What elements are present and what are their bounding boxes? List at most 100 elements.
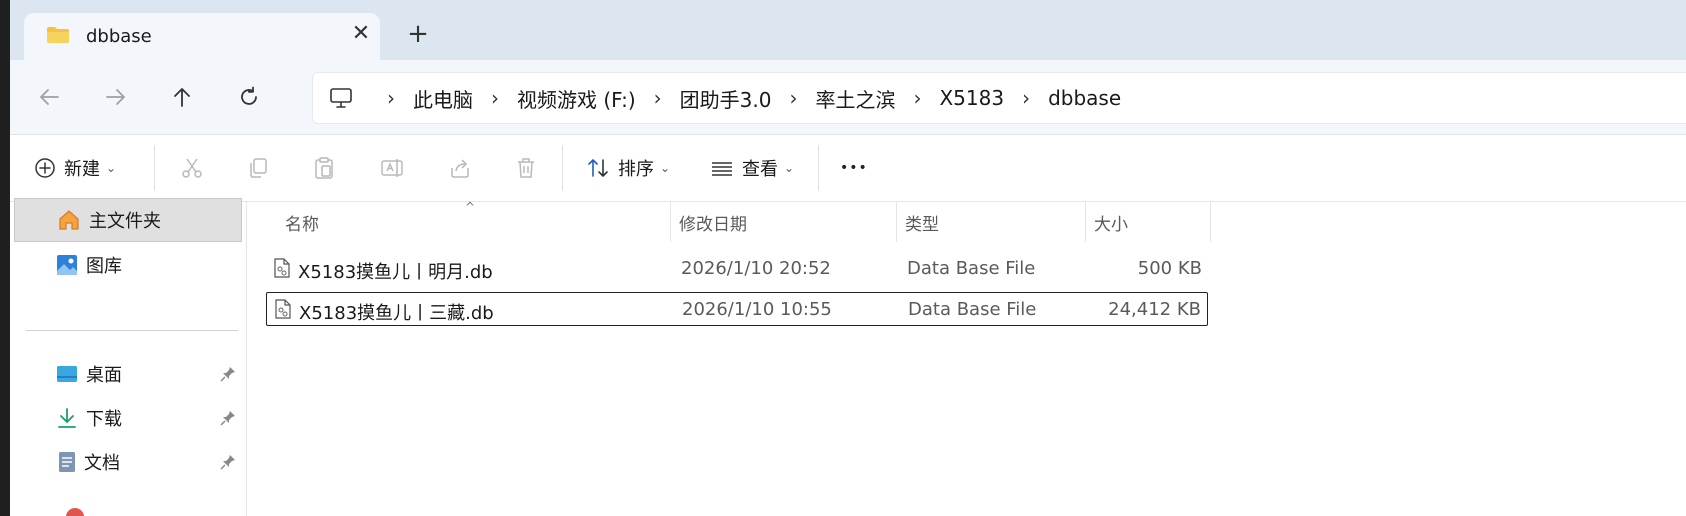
navigation-pane: 主文件夹 图库 桌面 下载 文档: [10, 198, 247, 516]
sort-icon: [588, 159, 608, 177]
command-bar: 新建 ⌄ 排序 ⌄ 查看 ⌄ •••: [10, 135, 1686, 202]
partial-sidebar-icon: [66, 508, 84, 516]
breadcrumb-tuanzhushou[interactable]: 团助手3.0: [680, 84, 772, 113]
new-button[interactable]: 新建 ⌄: [34, 151, 116, 185]
computer-icon[interactable]: [329, 87, 359, 109]
cut-button[interactable]: [180, 151, 204, 185]
delete-button[interactable]: [514, 151, 538, 185]
copy-icon: [250, 158, 267, 178]
column-header-label: 大小: [1094, 214, 1128, 235]
sidebar-item-label: 文档: [84, 453, 120, 474]
new-tab-icon[interactable]: +: [406, 21, 430, 47]
column-header-label: 修改日期: [679, 214, 747, 235]
breadcrumb-separator[interactable]: ›: [491, 86, 499, 110]
sidebar-item-documents[interactable]: 文档: [10, 440, 246, 484]
column-header-label: 类型: [905, 214, 939, 235]
pin-icon[interactable]: [220, 366, 236, 382]
arrow-left-icon: [40, 89, 59, 105]
file-date: 2026/1/10 10:55: [682, 299, 832, 320]
refresh-icon: [241, 86, 257, 105]
tab-dbbase[interactable]: dbbase ✕: [24, 13, 380, 60]
sidebar-item-label: 桌面: [86, 365, 122, 386]
pin-icon[interactable]: [220, 410, 236, 426]
sidebar-item-desktop[interactable]: 桌面: [10, 352, 246, 396]
sort-label: 排序: [618, 159, 654, 180]
file-size: 500 KB: [1137, 258, 1202, 279]
file-date: 2026/1/10 20:52: [681, 258, 831, 279]
file-type: Data Base File: [907, 258, 1036, 279]
file-name: X5183摸鱼儿丨三藏.db: [299, 303, 494, 324]
navigation-bar: › 此电脑 › 视频游戏 (F:) › 团助手3.0 › 率土之滨 › X518…: [10, 60, 1686, 135]
file-row[interactable]: X5183摸鱼儿丨三藏.db 2026/1/10 10:55 Data Base…: [266, 292, 1208, 326]
file-type: Data Base File: [908, 299, 1037, 320]
folder-icon: [47, 27, 69, 43]
breadcrumb-separator[interactable]: ›: [654, 86, 662, 110]
back-button[interactable]: [34, 82, 64, 112]
column-header-type[interactable]: 类型: [897, 202, 1086, 242]
column-header-name[interactable]: 名称 ^: [247, 200, 671, 242]
breadcrumb-this-pc[interactable]: 此电脑: [413, 84, 473, 113]
desktop-icon: [57, 366, 77, 382]
forward-button[interactable]: [101, 82, 131, 112]
chevron-down-icon: ⌄: [660, 161, 671, 175]
breadcrumb-dbbase[interactable]: dbbase: [1048, 86, 1121, 110]
column-header-label: 名称: [285, 214, 319, 235]
breadcrumb-shuaitu[interactable]: 率土之滨: [815, 84, 895, 113]
chevron-down-icon: ⌄: [106, 161, 117, 175]
breadcrumb-separator[interactable]: ›: [789, 86, 797, 110]
file-name: X5183摸鱼儿丨明月.db: [298, 262, 493, 283]
up-button[interactable]: [167, 82, 197, 112]
file-list: 名称 ^ 修改日期 类型 大小 X5183摸鱼儿丨明月.db 2026/1/10…: [247, 200, 1686, 516]
sidebar-item-label: 图库: [86, 256, 122, 277]
toolbar-divider: [154, 145, 155, 191]
breadcrumb-drive-f[interactable]: 视频游戏 (F:): [517, 84, 636, 113]
sidebar-item-gallery[interactable]: 图库: [10, 243, 122, 287]
close-tab-icon[interactable]: ✕: [350, 23, 372, 45]
file-explorer-window: dbbase ✕ + › 此电脑 › 视频游戏 (F:) › 团助手3.0 › …: [10, 0, 1686, 516]
breadcrumb-separator[interactable]: ›: [913, 86, 921, 110]
gallery-icon: [57, 255, 77, 275]
new-label: 新建: [64, 159, 100, 180]
toolbar-divider: [818, 145, 819, 191]
breadcrumb-separator[interactable]: ›: [1022, 86, 1030, 110]
paste-button[interactable]: [312, 151, 336, 185]
view-list-icon: [712, 162, 732, 176]
documents-icon: [59, 452, 75, 472]
scissors-icon: [182, 158, 202, 178]
breadcrumb-separator[interactable]: ›: [387, 86, 395, 110]
download-icon: [58, 408, 76, 428]
share-icon: [451, 159, 469, 178]
rename-button[interactable]: [380, 151, 406, 185]
pin-icon[interactable]: [220, 454, 236, 470]
copy-button[interactable]: [246, 151, 270, 185]
sort-button[interactable]: 排序 ⌄: [586, 151, 670, 185]
file-row[interactable]: X5183摸鱼儿丨明月.db 2026/1/10 20:52 Data Base…: [266, 252, 1208, 286]
home-icon: [59, 210, 79, 230]
toolbar-divider: [562, 145, 563, 191]
sidebar-item-label: 主文件夹: [89, 211, 161, 232]
file-size: 24,412 KB: [1108, 299, 1201, 320]
clipboard-icon: [315, 157, 333, 179]
trash-icon: [518, 158, 534, 178]
breadcrumb-x5183[interactable]: X5183: [939, 86, 1004, 110]
rename-icon: [381, 159, 403, 177]
view-button[interactable]: 查看 ⌄: [710, 151, 794, 185]
db-file-icon: [275, 299, 291, 319]
db-file-icon: [274, 258, 290, 278]
more-options-icon[interactable]: •••: [840, 151, 868, 185]
plus-circle-icon: [35, 158, 55, 178]
tab-strip: dbbase ✕ +: [10, 0, 1686, 60]
share-button[interactable]: [448, 151, 472, 185]
sidebar-item-downloads[interactable]: 下载: [10, 396, 246, 440]
chevron-down-icon: ⌄: [784, 161, 795, 175]
address-bar[interactable]: › 此电脑 › 视频游戏 (F:) › 团助手3.0 › 率土之滨 › X518…: [312, 72, 1686, 124]
sidebar-divider: [26, 330, 238, 331]
sidebar-item-home[interactable]: 主文件夹: [14, 198, 242, 242]
sort-ascending-icon: ^: [465, 200, 476, 214]
column-header-date[interactable]: 修改日期: [671, 202, 897, 242]
breadcrumb: › 此电脑 › 视频游戏 (F:) › 团助手3.0 › 率土之滨 › X518…: [313, 73, 1121, 123]
refresh-button[interactable]: [234, 82, 264, 112]
tab-title: dbbase: [86, 26, 152, 47]
sidebar-item-label: 下载: [86, 409, 122, 430]
column-header-size[interactable]: 大小: [1086, 202, 1211, 242]
